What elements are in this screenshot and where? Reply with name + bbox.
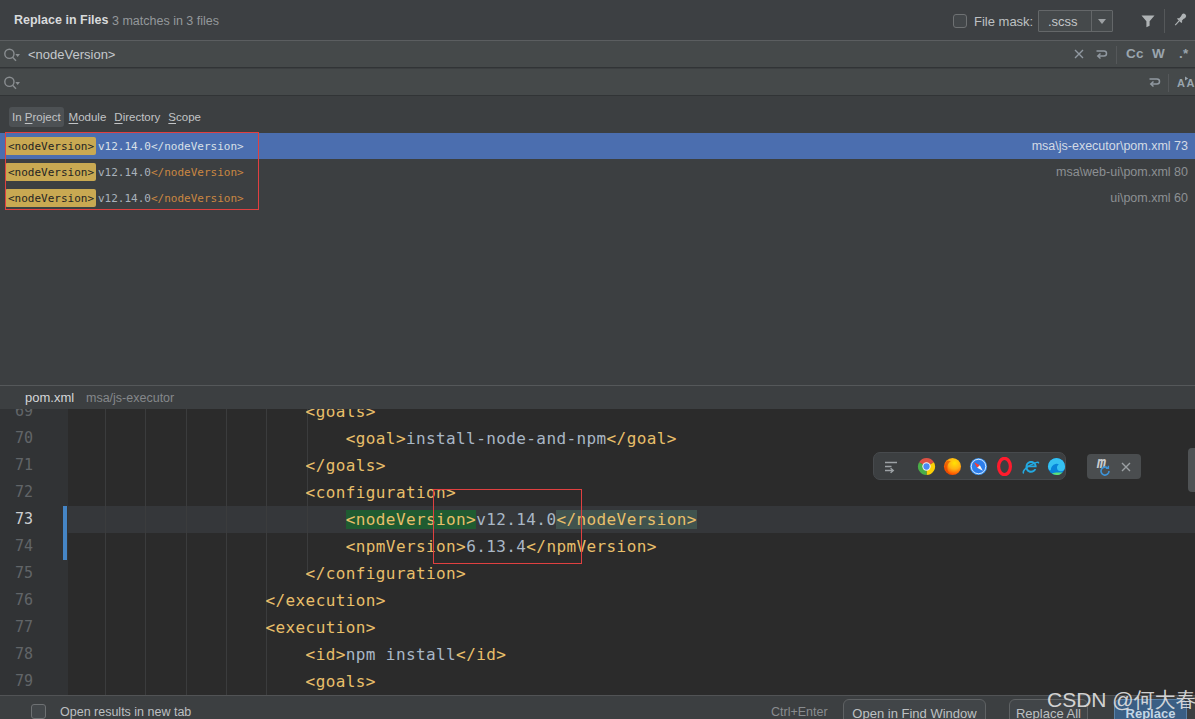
watermark: CSDN @何大春	[1047, 686, 1195, 714]
maven-reload-popup[interactable]: m	[1087, 454, 1141, 479]
replace-history-icon[interactable]	[4, 73, 28, 91]
preview-wrap-icon[interactable]	[882, 457, 900, 475]
annotation-box-editor	[433, 489, 582, 564]
chrome-icon[interactable]	[917, 457, 936, 476]
search-history-icon[interactable]	[4, 45, 28, 63]
open-results-label: Open results in new tab	[60, 705, 191, 719]
preview-module-path: msa/js-executor	[86, 391, 174, 405]
file-mask-label: File mask:	[974, 14, 1033, 29]
svg-text:A: A	[1177, 77, 1185, 89]
preview-header: pom.xml msa/js-executor	[0, 385, 1195, 409]
match-case-toggle[interactable]: Cc	[1126, 46, 1144, 61]
dialog-title-bar: Replace in Files 3 matches in 3 files Fi…	[0, 0, 1195, 41]
editor-line-76: 76</execution>	[0, 587, 1195, 614]
replace-new-line-icon[interactable]	[1146, 73, 1162, 91]
open-results-checkbox[interactable]	[31, 704, 46, 719]
chevron-down-icon	[1098, 19, 1106, 24]
search-field-row[interactable]: <nodeVersion> Cc W .*	[0, 41, 1195, 68]
maven-reload-icon[interactable]: m	[1096, 458, 1114, 476]
file-mask-checkbox[interactable]	[953, 14, 967, 28]
result-file-path: msa\web-ui\pom.xml 80	[1056, 165, 1188, 179]
header-separator	[1164, 9, 1165, 33]
clear-search-icon[interactable]	[1072, 45, 1086, 63]
scope-tab-directory[interactable]: Directory	[111, 107, 163, 127]
editor-line-78: 78<id>npm install</id>	[0, 641, 1195, 668]
new-line-icon[interactable]	[1093, 45, 1109, 63]
editor-line-70: 70<goal>install-node-and-npm</goal>	[0, 425, 1195, 452]
replace-in-files-dialog: Replace in Files 3 matches in 3 files Fi…	[0, 0, 1195, 719]
result-file-path: ui\pom.xml 60	[1110, 191, 1188, 205]
shortcut-hint: Ctrl+Enter	[771, 705, 828, 719]
editor-line-69: 69<goals>	[0, 409, 1195, 425]
dialog-title: Replace in Files	[14, 13, 108, 27]
regex-toggle[interactable]: .*	[1179, 46, 1189, 61]
editor-line-72: 72<configuration>	[0, 479, 1195, 506]
editor-line-77: 77<execution>	[0, 614, 1195, 641]
search-query-text[interactable]: <nodeVersion>	[28, 47, 115, 62]
preserve-case-toggle[interactable]: A A	[1177, 73, 1195, 91]
code-editor[interactable]: 69<goals>70<goal>install-node-and-npm</g…	[0, 409, 1195, 695]
internet-explorer-icon[interactable]	[1021, 457, 1040, 476]
open-in-find-window-button[interactable]: Open in Find Window	[843, 699, 986, 719]
scope-tabs: In ProjectModuleDirectoryScope	[9, 107, 204, 127]
annotation-box-results	[5, 132, 259, 210]
words-toggle[interactable]: W	[1152, 46, 1165, 61]
result-file-path: msa\js-executor\pom.xml 73	[1032, 139, 1188, 153]
replace-options-separator	[1168, 74, 1169, 92]
scope-tab-module[interactable]: Module	[66, 107, 110, 127]
browser-preview-toolbar	[873, 452, 1066, 480]
editor-line-79: 79<goals>	[0, 668, 1195, 695]
file-mask-value: .scss	[1039, 11, 1091, 31]
maven-dismiss-icon[interactable]	[1120, 461, 1132, 473]
search-options-separator	[1116, 46, 1117, 64]
filter-icon[interactable]	[1140, 13, 1156, 29]
pin-icon[interactable]	[1171, 11, 1189, 29]
file-mask-combobox[interactable]: .scss	[1038, 10, 1113, 32]
firefox-icon[interactable]	[943, 457, 962, 476]
editor-line-73: 73<nodeVersion>v12.14.0</nodeVersion>	[0, 506, 1195, 533]
scope-tab-in-project[interactable]: In Project	[9, 107, 64, 127]
dialog-footer: Open results in new tab Ctrl+Enter Open …	[0, 695, 1195, 719]
editor-scrollbar-thumb[interactable]	[1188, 448, 1195, 492]
file-mask-dropdown-button[interactable]	[1091, 11, 1112, 31]
safari-icon[interactable]	[969, 457, 988, 476]
opera-icon[interactable]	[995, 457, 1014, 476]
editor-line-74: 74<npmVersion>6.13.4</npmVersion>	[0, 533, 1195, 560]
match-summary: 3 matches in 3 files	[112, 14, 219, 28]
replace-field-row[interactable]: A A	[0, 69, 1195, 96]
preview-file-name: pom.xml	[25, 390, 74, 405]
scope-tab-scope[interactable]: Scope	[165, 107, 204, 127]
editor-line-75: 75</configuration>	[0, 560, 1195, 587]
edge-icon[interactable]	[1047, 457, 1066, 476]
